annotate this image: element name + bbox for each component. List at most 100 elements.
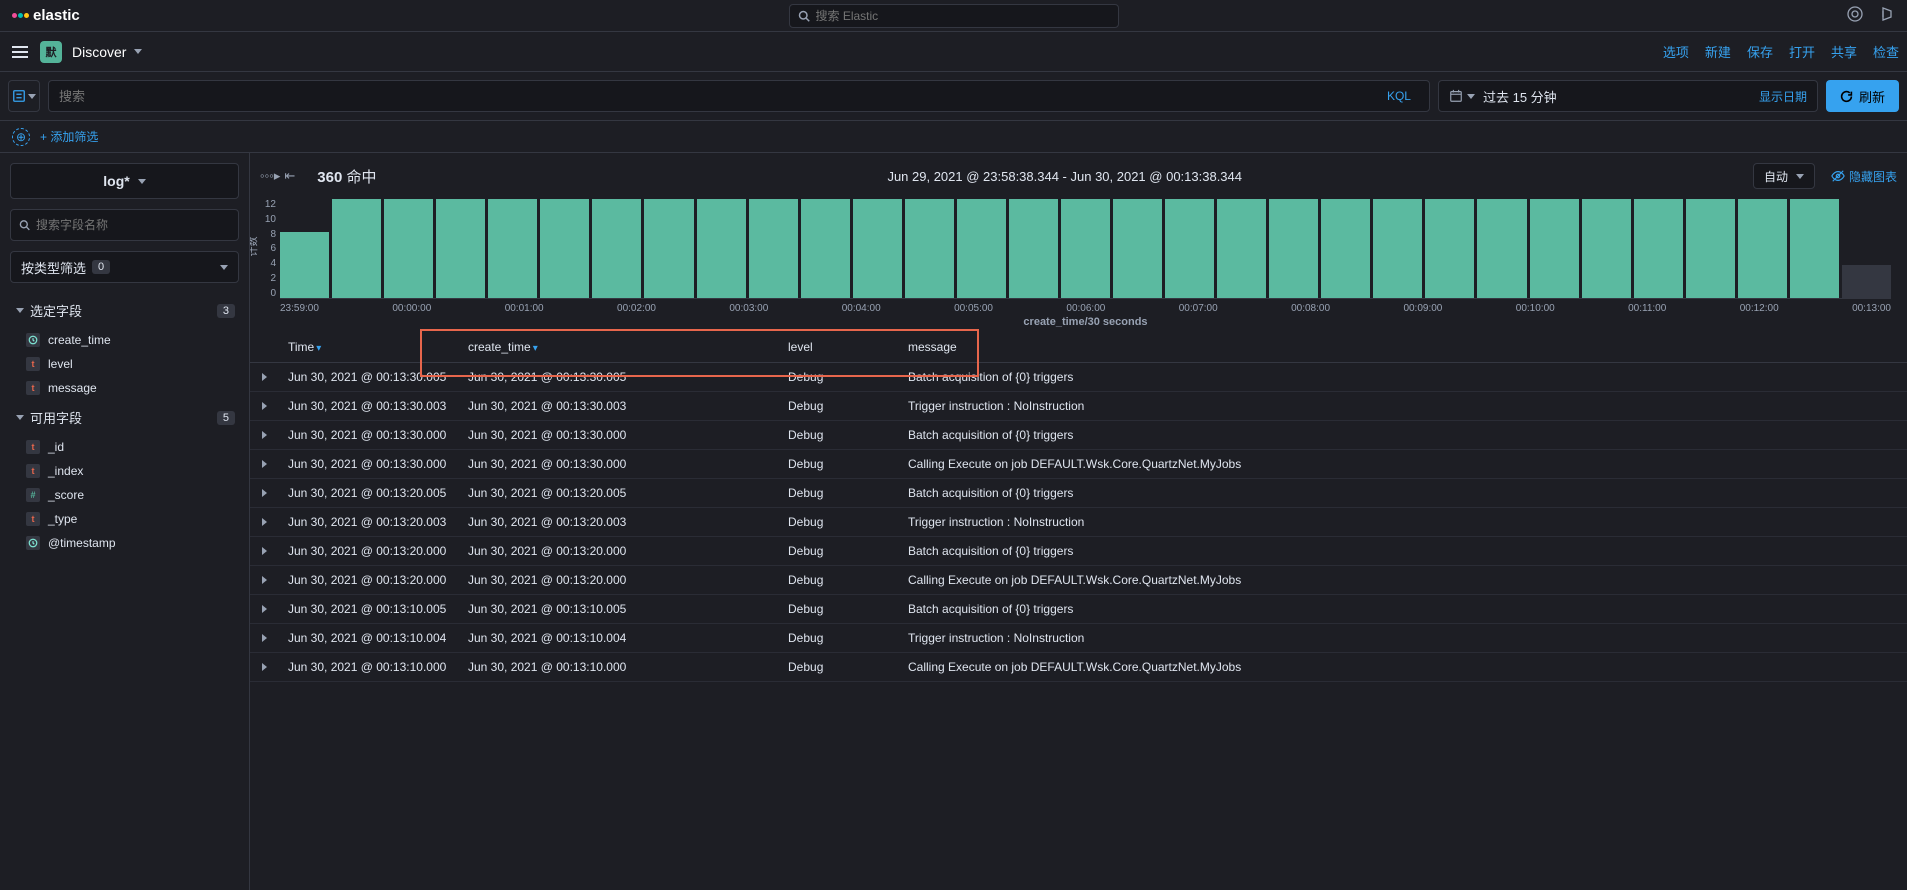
histogram-bar[interactable] bbox=[488, 199, 537, 298]
cell-create_time: Jun 30, 2021 @ 00:13:20.003 bbox=[458, 508, 778, 537]
expand-row-icon[interactable] bbox=[250, 624, 278, 653]
cell-message: Trigger instruction : NoInstruction bbox=[898, 624, 1907, 653]
histogram-bar[interactable] bbox=[1530, 199, 1579, 298]
histogram-bar[interactable] bbox=[801, 199, 850, 298]
histogram-chart[interactable]: 计数 121086420 23:59:0000:00:0000:01:0000:… bbox=[250, 199, 1907, 332]
field-search[interactable] bbox=[10, 209, 239, 241]
expand-sidebar-icon[interactable]: ⇤ bbox=[284, 168, 295, 184]
histogram-bar[interactable] bbox=[957, 199, 1006, 298]
expand-row-icon[interactable] bbox=[250, 653, 278, 682]
field-item-_score[interactable]: #_score bbox=[10, 483, 239, 507]
histogram-bar[interactable] bbox=[644, 199, 693, 298]
histogram-bar[interactable] bbox=[1738, 199, 1787, 298]
refresh-button[interactable]: 刷新 bbox=[1826, 80, 1899, 112]
expand-row-icon[interactable] bbox=[250, 537, 278, 566]
table-row: Jun 30, 2021 @ 00:13:30.000Jun 30, 2021 … bbox=[250, 450, 1907, 479]
filter-options-icon[interactable]: ⊕ bbox=[12, 128, 30, 146]
histogram-bar[interactable] bbox=[1009, 199, 1058, 298]
field-item-_id[interactable]: t_id bbox=[10, 435, 239, 459]
query-input-wrap[interactable]: KQL bbox=[48, 80, 1430, 112]
index-pattern-select[interactable]: log* bbox=[10, 163, 239, 199]
histogram-bar[interactable] bbox=[280, 232, 329, 298]
histogram-bar[interactable] bbox=[1582, 199, 1631, 298]
column-header-message[interactable]: message bbox=[898, 332, 1907, 363]
expand-row-icon[interactable] bbox=[250, 450, 278, 479]
cell-level: Debug bbox=[778, 392, 898, 421]
cell-time: Jun 30, 2021 @ 00:13:30.000 bbox=[278, 450, 458, 479]
expand-row-icon[interactable] bbox=[250, 508, 278, 537]
column-header-Time[interactable]: Time▾ bbox=[278, 332, 458, 363]
histogram-bar[interactable] bbox=[905, 199, 954, 298]
histogram-bar[interactable] bbox=[1373, 199, 1422, 298]
field-item-level[interactable]: tlevel bbox=[10, 352, 239, 376]
expand-row-icon[interactable] bbox=[250, 479, 278, 508]
text-type-icon: t bbox=[26, 440, 40, 454]
column-header-level[interactable]: level bbox=[778, 332, 898, 363]
histogram-bar[interactable] bbox=[1686, 199, 1735, 298]
nav-link-检查[interactable]: 检查 bbox=[1873, 42, 1899, 61]
type-filter[interactable]: 按类型筛选 0 bbox=[10, 251, 239, 283]
histogram-bar[interactable] bbox=[749, 199, 798, 298]
expand-row-icon[interactable] bbox=[250, 363, 278, 392]
histogram-bar[interactable] bbox=[1165, 199, 1214, 298]
query-input[interactable] bbox=[59, 89, 1379, 104]
histogram-bar[interactable] bbox=[1061, 199, 1110, 298]
histogram-bar[interactable] bbox=[1842, 265, 1891, 298]
histogram-bar[interactable] bbox=[1790, 199, 1839, 298]
histogram-bar[interactable] bbox=[332, 199, 381, 298]
global-search-input[interactable] bbox=[816, 9, 1110, 23]
cell-level: Debug bbox=[778, 624, 898, 653]
histogram-bar[interactable] bbox=[1269, 199, 1318, 298]
histogram-bar[interactable] bbox=[540, 199, 589, 298]
kql-toggle[interactable]: KQL bbox=[1379, 89, 1419, 103]
histogram-bar[interactable] bbox=[1217, 199, 1266, 298]
date-picker[interactable]: 过去 15 分钟 显示日期 bbox=[1438, 80, 1818, 112]
expand-row-icon[interactable] bbox=[250, 595, 278, 624]
global-search[interactable] bbox=[789, 4, 1119, 28]
expand-row-icon[interactable] bbox=[250, 392, 278, 421]
selected-fields-header[interactable]: 选定字段 3 bbox=[10, 293, 239, 328]
cell-message: Batch acquisition of {0} triggers bbox=[898, 479, 1907, 508]
show-dates-link[interactable]: 显示日期 bbox=[1759, 88, 1807, 105]
space-badge[interactable]: 默 bbox=[40, 41, 62, 63]
nav-link-新建[interactable]: 新建 bbox=[1705, 42, 1731, 61]
field-item-@timestamp[interactable]: @timestamp bbox=[10, 531, 239, 555]
cell-time: Jun 30, 2021 @ 00:13:20.003 bbox=[278, 508, 458, 537]
field-search-input[interactable] bbox=[36, 218, 230, 232]
histogram-bar[interactable] bbox=[697, 199, 746, 298]
available-fields-header[interactable]: 可用字段 5 bbox=[10, 400, 239, 435]
date-range-text: 过去 15 分钟 bbox=[1483, 87, 1557, 106]
newsfeed-icon[interactable] bbox=[1879, 6, 1895, 25]
histogram-bar[interactable] bbox=[1477, 199, 1526, 298]
expand-row-icon[interactable] bbox=[250, 421, 278, 450]
cell-create_time: Jun 30, 2021 @ 00:13:30.000 bbox=[458, 450, 778, 479]
histogram-bar[interactable] bbox=[1113, 199, 1162, 298]
app-title[interactable]: Discover bbox=[72, 44, 142, 60]
field-item-_type[interactable]: t_type bbox=[10, 507, 239, 531]
field-item-create_time[interactable]: create_time bbox=[10, 328, 239, 352]
histogram-bar[interactable] bbox=[384, 199, 433, 298]
interval-select[interactable]: 自动 bbox=[1753, 163, 1815, 189]
field-item-_index[interactable]: t_index bbox=[10, 459, 239, 483]
hide-chart-link[interactable]: 隐藏图表 bbox=[1831, 168, 1897, 185]
histogram-bar[interactable] bbox=[1425, 199, 1474, 298]
histogram-bar[interactable] bbox=[1321, 199, 1370, 298]
saved-query-dropdown[interactable] bbox=[8, 80, 40, 112]
top-bar: elastic bbox=[0, 0, 1907, 32]
menu-toggle-icon[interactable] bbox=[8, 40, 32, 64]
nav-link-选项[interactable]: 选项 bbox=[1663, 42, 1689, 61]
nav-link-打开[interactable]: 打开 bbox=[1789, 42, 1815, 61]
collapse-sidebar-icon[interactable]: ◦◦◦▸ bbox=[260, 168, 280, 184]
field-item-message[interactable]: tmessage bbox=[10, 376, 239, 400]
nav-link-共享[interactable]: 共享 bbox=[1831, 42, 1857, 61]
column-header-create_time[interactable]: create_time▾ bbox=[458, 332, 778, 363]
expand-row-icon[interactable] bbox=[250, 566, 278, 595]
histogram-bar[interactable] bbox=[1634, 199, 1683, 298]
histogram-bar[interactable] bbox=[853, 199, 902, 298]
help-icon[interactable] bbox=[1847, 6, 1863, 25]
cell-level: Debug bbox=[778, 537, 898, 566]
histogram-bar[interactable] bbox=[436, 199, 485, 298]
add-filter-link[interactable]: + 添加筛选 bbox=[40, 128, 98, 145]
nav-link-保存[interactable]: 保存 bbox=[1747, 42, 1773, 61]
histogram-bar[interactable] bbox=[592, 199, 641, 298]
